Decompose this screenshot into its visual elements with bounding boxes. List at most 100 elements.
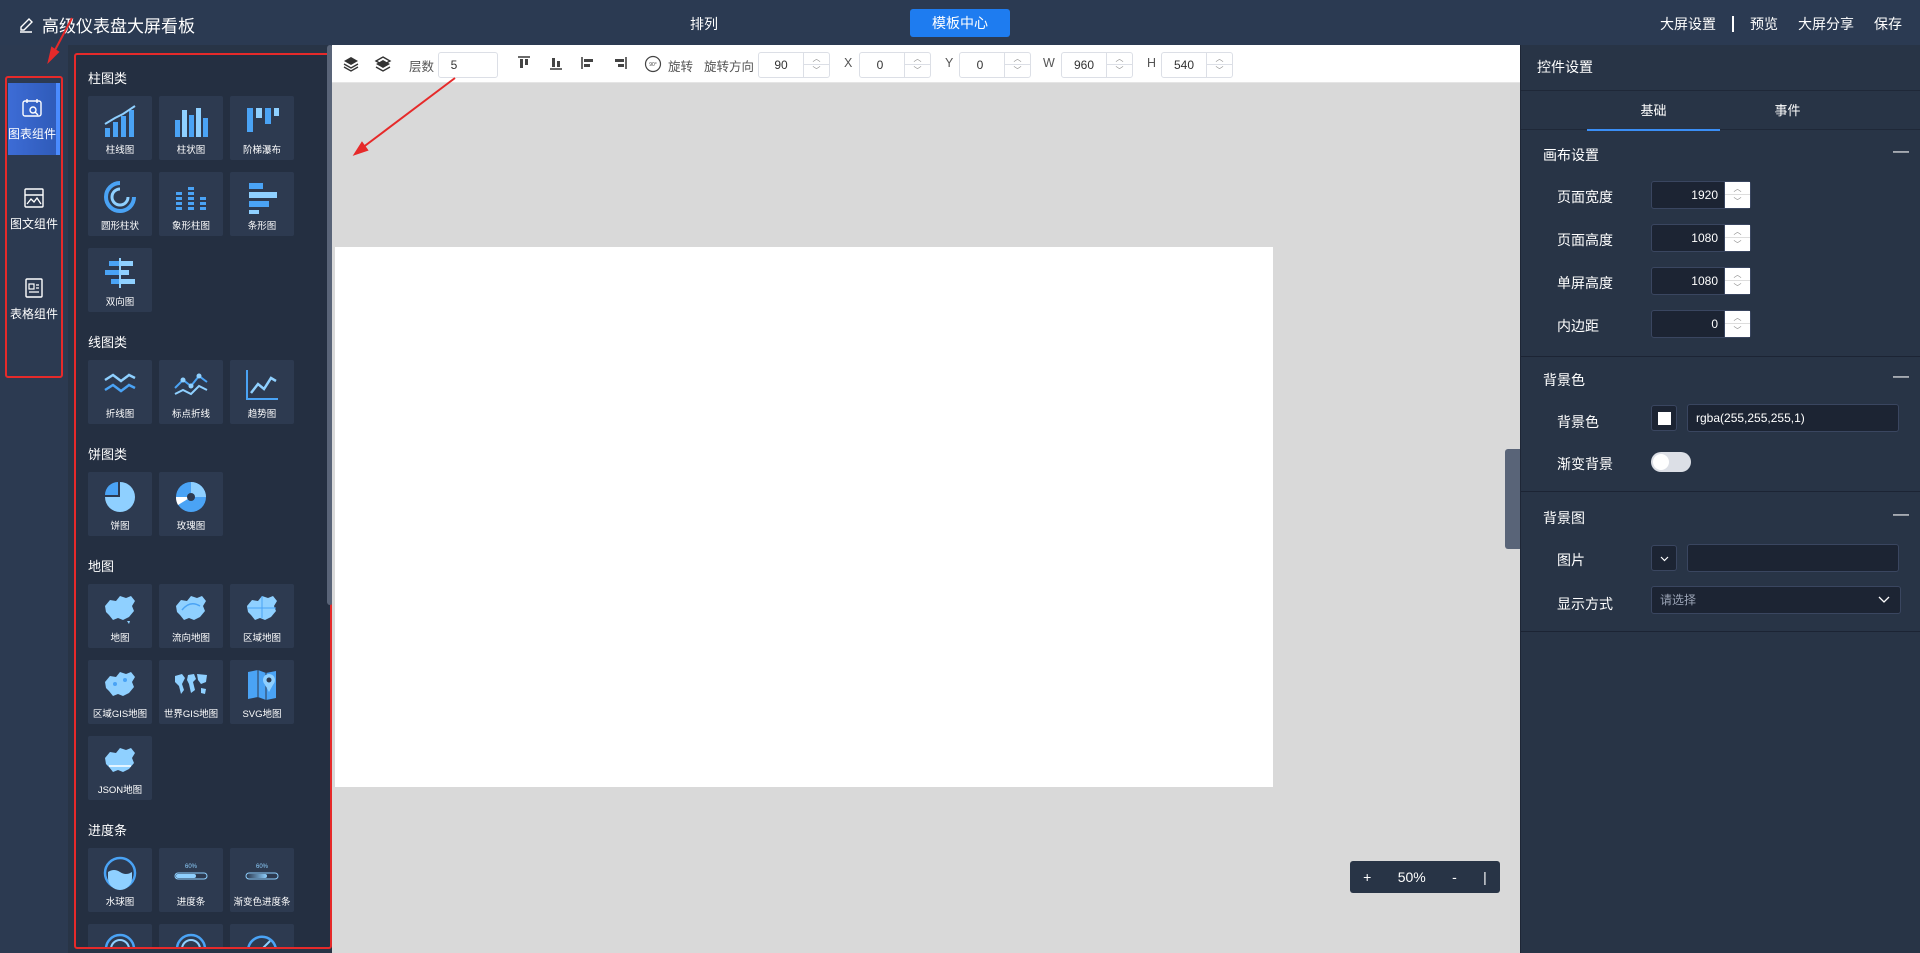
component-label: 区域地图 — [242, 633, 281, 644]
component-label: 条形图 — [247, 221, 277, 232]
x-input[interactable]: 0 ︿ ﹀ — [859, 52, 931, 78]
component-radial-bar[interactable]: 圆形柱状 — [88, 172, 152, 236]
preview-link[interactable]: 预览 — [1750, 14, 1778, 34]
collapse-icon[interactable]: — — [1893, 368, 1909, 386]
component-json-map[interactable]: JSON地图 — [88, 736, 152, 800]
component-svg-map[interactable]: SVG地图 — [230, 660, 294, 724]
width-input[interactable]: 960 ︿ ﹀ — [1061, 52, 1133, 78]
component-world-gis-map[interactable]: 世界GIS地图 — [159, 660, 223, 724]
component-rose[interactable]: 玫瑰图 — [159, 472, 223, 536]
height-input[interactable]: 540 ︿ ﹀ — [1161, 52, 1233, 78]
tab-events[interactable]: 事件 — [1721, 91, 1854, 131]
ring-progress-icon — [175, 933, 207, 947]
layer-label: 层数 — [409, 60, 435, 74]
component-label: 进度条 — [176, 897, 206, 908]
component-gauge[interactable] — [88, 924, 152, 947]
padding-input[interactable]: 0 ︿ ﹀ — [1651, 310, 1751, 338]
component-bar-line[interactable]: 柱线图 — [88, 96, 152, 160]
flow-map-icon — [176, 596, 206, 620]
component-line[interactable]: 折线图 — [88, 360, 152, 424]
screen-height-input[interactable]: 1080 ︿ ﹀ — [1651, 267, 1751, 295]
component-bar[interactable]: 柱状图 — [159, 96, 223, 160]
chevron-up-icon: ︿ — [1725, 182, 1750, 195]
display-mode-select[interactable]: 请选择 — [1651, 586, 1901, 614]
number-stepper[interactable]: ︿ ﹀ — [1724, 268, 1750, 294]
rose-chart-icon — [175, 482, 206, 512]
template-center-button[interactable]: 模板中心 — [910, 9, 1010, 37]
rotate-90-icon[interactable]: 90° — [644, 55, 662, 73]
section-background-color[interactable]: 背景色 — [1543, 370, 1585, 390]
rail-item-charts[interactable]: 图表组件 — [8, 83, 60, 155]
display-mode-label: 显示方式 — [1557, 596, 1613, 612]
component-bidirectional[interactable]: 双向图 — [88, 248, 152, 312]
y-label: Y — [945, 56, 954, 70]
collapse-icon[interactable]: — — [1893, 143, 1909, 161]
component-horizontal-bar[interactable]: 条形图 — [230, 172, 294, 236]
horizontal-bar-icon — [249, 183, 277, 214]
component-trend[interactable]: 趋势图 — [230, 360, 294, 424]
image-url-input[interactable] — [1687, 544, 1899, 572]
number-stepper[interactable]: ︿ ﹀ — [1724, 311, 1750, 337]
page-width-input[interactable]: 1920 ︿ ﹀ — [1651, 181, 1751, 209]
section-background-image[interactable]: 背景图 — [1543, 508, 1585, 528]
screen-settings-link[interactable]: 大屏设置 — [1660, 14, 1716, 34]
component-map[interactable]: 地图 — [88, 584, 152, 648]
layer-input[interactable]: 5 — [438, 52, 498, 78]
component-flow-map[interactable]: 流向地图 — [159, 584, 223, 648]
canvas-toolbar: 层数 5 90° 旋转 旋转方向 90 ︿ ﹀ X 0 ︿ ﹀ Y 0 ︿ ﹀ W 9… — [332, 45, 1520, 83]
component-pie[interactable]: 饼图 — [88, 472, 152, 536]
number-stepper[interactable]: ︿ ﹀ — [1724, 225, 1750, 251]
canvas-workspace[interactable] — [332, 83, 1520, 953]
component-waterfall[interactable]: 阶梯瀑布 — [230, 96, 294, 160]
number-stepper[interactable]: ︿ ﹀ — [1724, 182, 1750, 208]
collapse-icon[interactable]: — — [1893, 506, 1909, 524]
image-picker-button[interactable] — [1651, 545, 1677, 571]
menu-divider — [1732, 16, 1734, 32]
number-stepper[interactable]: ︿ ﹀ — [1004, 53, 1030, 77]
align-right-icon[interactable] — [612, 55, 628, 71]
nav-arrange[interactable]: 排列 — [690, 14, 718, 34]
tab-basic[interactable]: 基础 — [1587, 91, 1720, 131]
number-stepper[interactable]: ︿ ﹀ — [1206, 53, 1232, 77]
component-marked-line[interactable]: 标点折线 — [159, 360, 223, 424]
layer-up-icon[interactable] — [342, 55, 360, 73]
number-stepper[interactable]: ︿ ﹀ — [803, 53, 829, 77]
number-stepper[interactable]: ︿ ﹀ — [904, 53, 930, 77]
bg-color-input[interactable]: rgba(255,255,255,1) — [1687, 404, 1899, 432]
artboard[interactable] — [335, 247, 1273, 787]
component-pictorial-bar[interactable]: 象形柱图 — [159, 172, 223, 236]
zoom-out-button[interactable]: - — [1452, 869, 1457, 885]
align-left-icon[interactable] — [580, 55, 596, 71]
component-dial[interactable] — [230, 924, 294, 947]
component-region-gis-map[interactable]: 区域GIS地图 — [88, 660, 152, 724]
color-picker[interactable] — [1651, 405, 1677, 431]
layer-down-icon[interactable] — [374, 55, 392, 73]
share-link[interactable]: 大屏分享 — [1798, 14, 1854, 34]
chevron-up-icon: ︿ — [1725, 225, 1750, 238]
properties-collapse-handle[interactable] — [1505, 449, 1520, 549]
component-liquid-fill[interactable]: 水球图 — [88, 848, 152, 912]
category-title: 柱图类 — [88, 71, 128, 86]
section-canvas-settings[interactable]: 画布设置 — [1543, 145, 1599, 165]
gradient-bg-toggle[interactable] — [1651, 452, 1691, 472]
zoom-in-button[interactable]: + — [1363, 869, 1371, 885]
component-region-map[interactable]: 区域地图 — [230, 584, 294, 648]
align-top-icon[interactable] — [516, 55, 532, 71]
rail-item-table[interactable]: 表格组件 — [8, 263, 60, 335]
rotate-direction-input[interactable]: 90 ︿ ﹀ — [758, 52, 830, 78]
page-height-input[interactable]: 1080 ︿ ﹀ — [1651, 224, 1751, 252]
page-height-label: 页面高度 — [1557, 232, 1613, 248]
bg-color-label: 背景色 — [1557, 414, 1599, 430]
number-stepper[interactable]: ︿ ﹀ — [1106, 53, 1132, 77]
rail-item-image-text[interactable]: 图文组件 — [8, 173, 60, 245]
dial-icon — [247, 935, 277, 947]
component-gradient-progress[interactable]: 60% 渐变色进度条 — [230, 848, 294, 912]
align-bottom-icon[interactable] — [548, 55, 564, 71]
component-label: 玫瑰图 — [176, 521, 206, 532]
component-ring-progress[interactable] — [159, 924, 223, 947]
save-link[interactable]: 保存 — [1874, 14, 1902, 34]
y-input[interactable]: 0 ︿ ﹀ — [959, 52, 1031, 78]
json-map-icon — [105, 748, 135, 772]
svg-text:90°: 90° — [649, 62, 657, 68]
component-progress-bar[interactable]: 60% 进度条 — [159, 848, 223, 912]
